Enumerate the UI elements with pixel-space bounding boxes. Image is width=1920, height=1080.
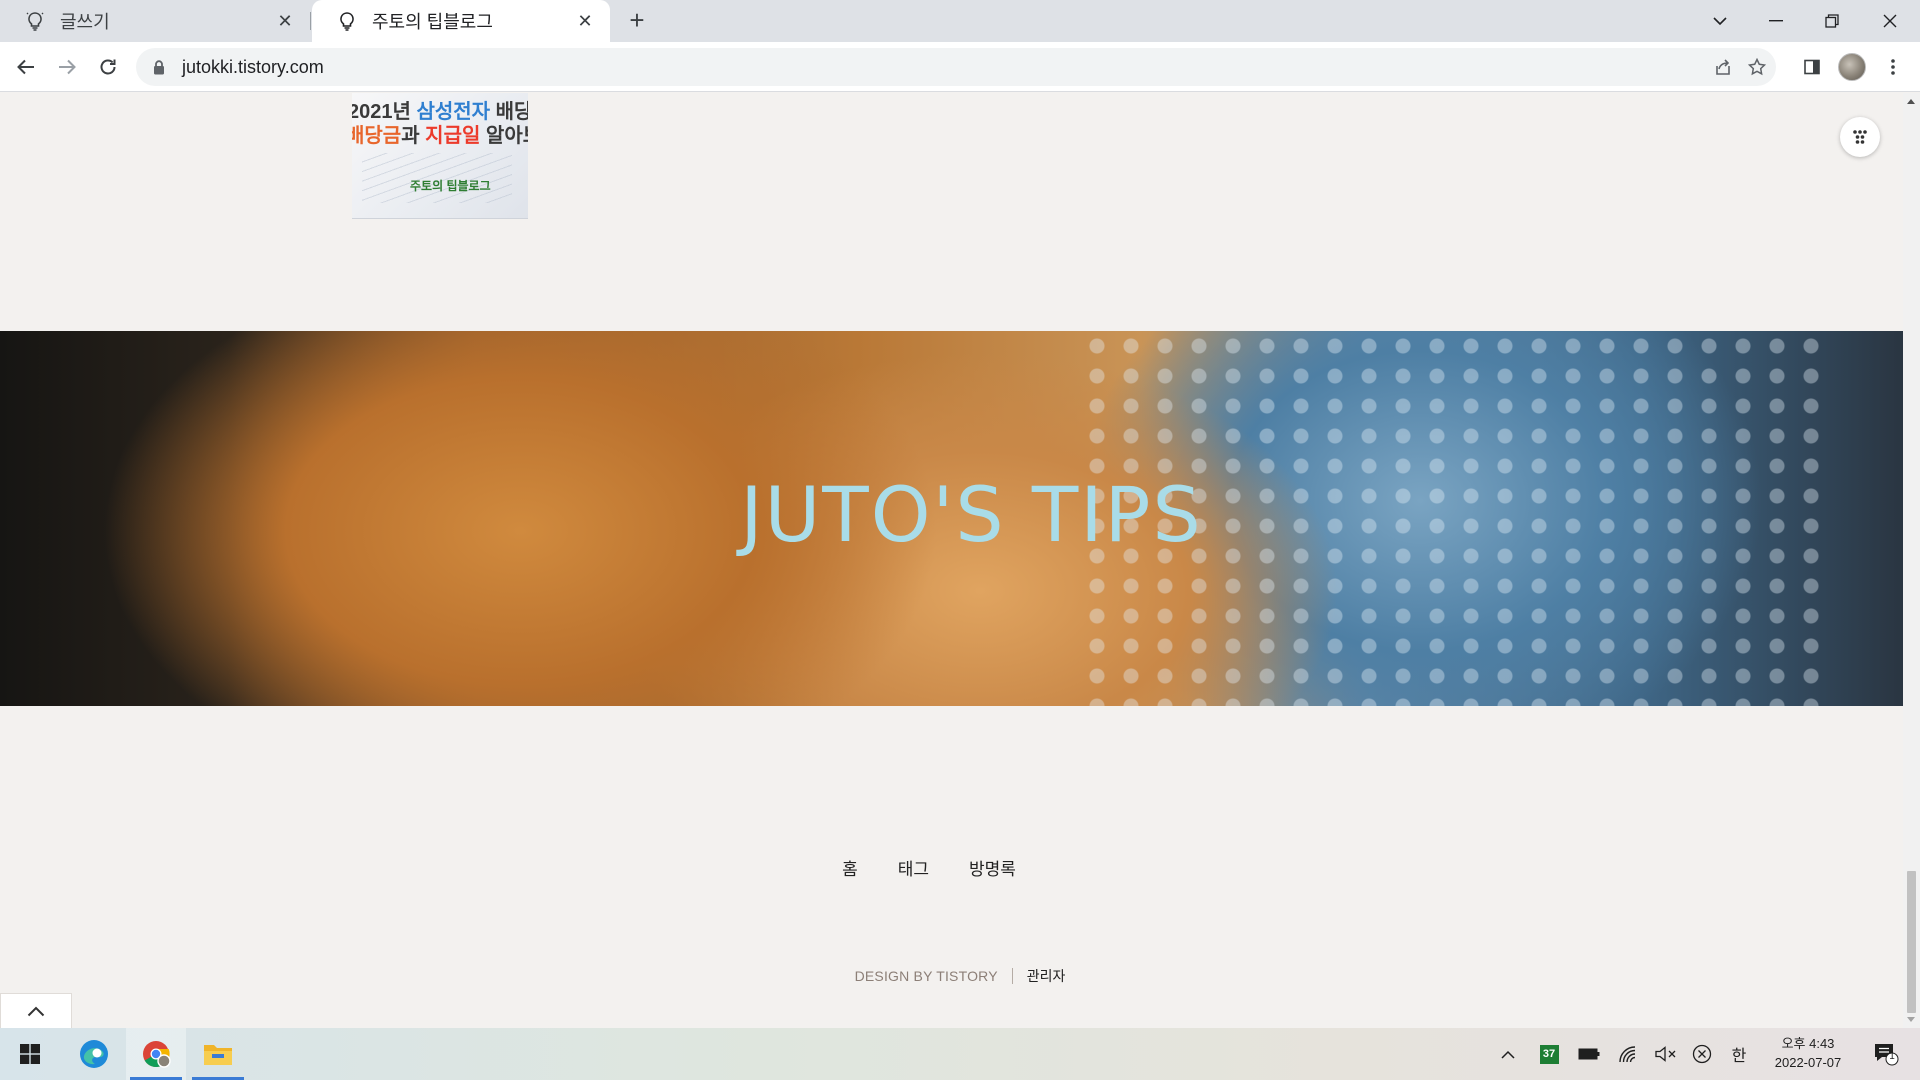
footer-link-home[interactable]: 홈 xyxy=(842,855,858,880)
close-window-button[interactable] xyxy=(1862,0,1918,42)
back-button[interactable] xyxy=(10,51,42,83)
tab-search-icon[interactable] xyxy=(1692,0,1748,42)
taskbar-clock[interactable]: 오후 4:43 2022-07-07 xyxy=(1762,1034,1854,1072)
profile-avatar[interactable] xyxy=(1838,53,1866,81)
close-tab-icon[interactable]: ✕ xyxy=(574,10,596,32)
clock-date: 2022-07-07 xyxy=(1774,1055,1842,1070)
tab-blog[interactable]: 주토의 팁블로그 ✕ xyxy=(312,0,610,42)
scroll-down-arrow[interactable] xyxy=(1907,1017,1915,1022)
bookmark-star-icon[interactable] xyxy=(1742,52,1772,82)
footer-credits: DESIGN BY TISTORY 관리자 xyxy=(0,966,1920,986)
tab-title: 글쓰기 xyxy=(60,12,110,32)
reload-button[interactable] xyxy=(92,51,124,83)
address-bar[interactable]: jutokki.tistory.com xyxy=(136,48,1776,86)
no-connection-icon[interactable] xyxy=(1688,1028,1716,1080)
new-tab-button[interactable]: + xyxy=(622,6,652,36)
url-text: jutokki.tistory.com xyxy=(182,56,324,77)
tray-app-badge-icon[interactable]: 37 xyxy=(1537,1028,1561,1080)
tab-write[interactable]: 글쓰기 ✕ xyxy=(0,0,310,42)
tab-title: 주토의 팁블로그 xyxy=(372,12,493,32)
tab-strip: 글쓰기 ✕ 주토의 팁블로그 ✕ + xyxy=(0,0,1920,42)
edge-taskbar-icon[interactable] xyxy=(64,1028,124,1080)
clock-time: 오후 4:43 xyxy=(1781,1036,1835,1051)
share-icon[interactable] xyxy=(1708,52,1738,82)
close-tab-icon[interactable]: ✕ xyxy=(274,10,296,32)
forward-button[interactable] xyxy=(51,51,83,83)
side-panel-icon[interactable] xyxy=(1796,51,1828,83)
design-credit[interactable]: DESIGN BY TISTORY xyxy=(855,968,998,984)
scroll-up-arrow[interactable] xyxy=(1907,99,1915,104)
thumbnail-tag: 주토의 팁블로그 xyxy=(410,179,491,193)
chevron-up-icon xyxy=(27,1006,45,1016)
menu-button[interactable] xyxy=(1840,117,1880,157)
restore-button[interactable] xyxy=(1804,0,1860,42)
scroll-to-top-button[interactable] xyxy=(0,993,72,1028)
thumbnail-text: 알아보 xyxy=(485,125,528,147)
notification-count: 1 xyxy=(1889,1051,1895,1062)
footer-divider xyxy=(1011,968,1013,984)
blog-title[interactable]: JUTO'S TIPS xyxy=(0,331,1903,706)
thumbnail-text: 배당금 xyxy=(352,125,402,147)
scrollbar-thumb[interactable] xyxy=(1907,871,1916,1013)
minimize-button[interactable] xyxy=(1748,0,1804,42)
blog-banner: JUTO'S TIPS xyxy=(0,331,1903,706)
lock-icon[interactable] xyxy=(150,58,168,76)
tab-divider xyxy=(310,12,311,30)
tray-badge-text: 37 xyxy=(1539,1044,1559,1064)
windows-logo-icon xyxy=(20,1044,40,1064)
show-hidden-icons-chevron-icon[interactable] xyxy=(1494,1028,1522,1080)
ime-indicator[interactable]: 한 xyxy=(1725,1028,1753,1080)
windows-taskbar: 37 한 오후 4:43 2022-07-07 1 xyxy=(0,1028,1920,1080)
file-explorer-taskbar-icon[interactable] xyxy=(188,1028,248,1080)
chrome-taskbar-icon[interactable] xyxy=(126,1028,186,1080)
lightbulb-icon xyxy=(336,10,358,32)
page-viewport: 2021년 삼성전자 배당일 배당금과 지급일 알아보 주토의 팁블로그 JUT… xyxy=(0,93,1920,1028)
page-scrollbar[interactable] xyxy=(1903,93,1920,1028)
footer-link-tags[interactable]: 태그 xyxy=(898,855,929,880)
footer-link-guestbook[interactable]: 방명록 xyxy=(969,855,1016,880)
thumbnail-text: 지급일 xyxy=(425,125,481,147)
footer-nav: 홈 태그 방명록 xyxy=(0,855,1920,880)
start-button[interactable] xyxy=(0,1028,60,1080)
more-menu-icon[interactable] xyxy=(1877,51,1909,83)
admin-link[interactable]: 관리자 xyxy=(1027,966,1066,986)
battery-icon[interactable] xyxy=(1575,1028,1603,1080)
volume-muted-icon[interactable] xyxy=(1652,1028,1680,1080)
browser-toolbar: jutokki.tistory.com xyxy=(0,42,1920,92)
thumbnail-text: 과 xyxy=(401,125,426,147)
post-thumbnail[interactable]: 2021년 삼성전자 배당일 배당금과 지급일 알아보 주토의 팁블로그 xyxy=(352,93,528,219)
network-icon[interactable] xyxy=(1614,1028,1642,1080)
notification-center-icon[interactable]: 1 xyxy=(1866,1028,1906,1080)
lightbulb-icon xyxy=(24,10,46,32)
thumbnail-line2: 배당금과 지급일 알아보 xyxy=(352,119,528,148)
